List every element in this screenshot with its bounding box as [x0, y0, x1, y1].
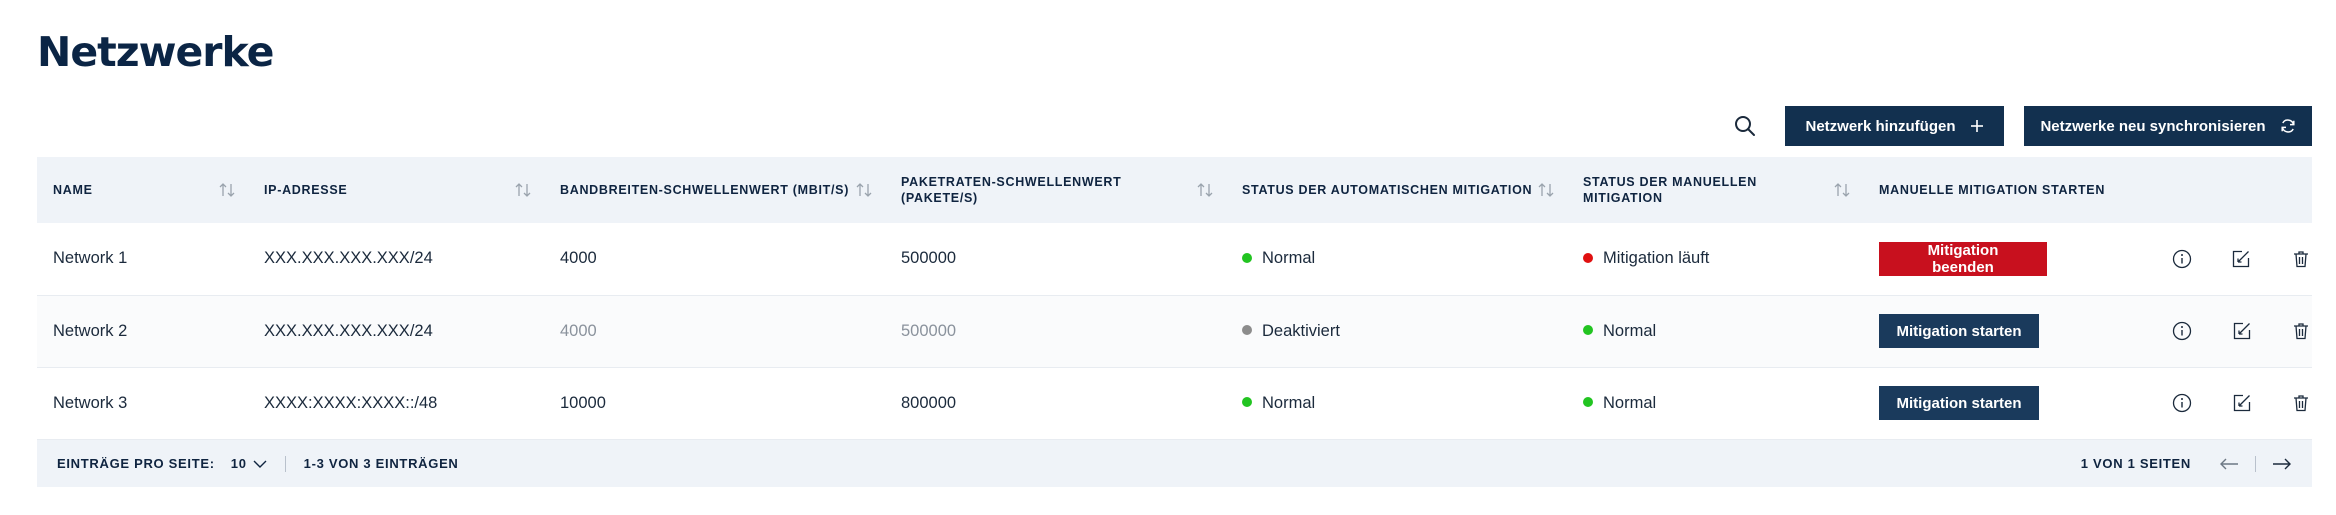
- sort-icon[interactable]: [514, 181, 532, 199]
- edit-icon: [2233, 250, 2250, 267]
- sort-icon[interactable]: [1537, 181, 1555, 199]
- cell-manual-status: Mitigation läuft: [1567, 223, 1863, 295]
- delete-button[interactable]: [2290, 248, 2312, 270]
- status-dot-green: [1242, 397, 1252, 408]
- stop-mitigation-button[interactable]: Mitigation beenden: [1879, 241, 2047, 276]
- divider: [284, 455, 286, 472]
- cell-auto-status: Deaktiviert: [1226, 295, 1567, 367]
- trash-icon: [2294, 395, 2309, 412]
- status-dot-red: [1583, 252, 1593, 263]
- table-row: Network 2 XXX.XXX.XXX.XXX/24 4000 500000…: [37, 295, 2312, 367]
- cell-bandwidth: 4000: [560, 249, 597, 268]
- column-header-packetrate[interactable]: PAKETRATEN-SCHWELLENWERT (PAKETE/S): [885, 157, 1226, 223]
- cell-name: Network 2: [53, 321, 128, 340]
- edit-button[interactable]: [2231, 248, 2253, 270]
- refresh-icon: [2280, 119, 2295, 133]
- prev-page-button[interactable]: [2219, 457, 2239, 471]
- column-header-ip[interactable]: IP-ADRESSE: [248, 157, 544, 223]
- cell-manual-status: Normal: [1567, 295, 1863, 367]
- per-page-select[interactable]: 10: [231, 456, 267, 471]
- add-network-label: Netzwerk hinzufügen: [1805, 117, 1956, 135]
- cell-bandwidth: 10000: [560, 393, 606, 412]
- cell-ip: XXXX:XXXX:XXXX::/48: [264, 393, 438, 412]
- page: Netzwerke Netzwerk hinzufügen Netzwerke …: [0, 0, 2336, 515]
- sort-icon[interactable]: [855, 181, 873, 199]
- cell-ip: XXX.XXX.XXX.XXX/24: [264, 249, 433, 268]
- cell-actions: Mitigation beenden: [1863, 223, 2312, 295]
- info-icon: [2172, 393, 2191, 413]
- trash-icon: [2294, 323, 2309, 340]
- info-button[interactable]: [2171, 392, 2193, 414]
- networks-table: NAME IP-ADRESSE BANDBREITEN-SCHWELLENWER…: [37, 157, 2312, 440]
- info-button[interactable]: [2171, 320, 2193, 342]
- info-icon: [2172, 321, 2191, 341]
- pagination-bar: EINTRÄGE PRO SEITE: 10 1-3 VON 3 EINTRÄG…: [37, 440, 2312, 487]
- column-header-name[interactable]: NAME: [37, 157, 248, 223]
- per-page-label: EINTRÄGE PRO SEITE:: [57, 456, 215, 471]
- table-row: Network 1 XXX.XXX.XXX.XXX/24 4000 500000…: [37, 223, 2312, 295]
- cell-auto-status: Normal: [1226, 223, 1567, 295]
- trash-icon: [2294, 251, 2309, 267]
- cell-name: Network 1: [53, 249, 128, 268]
- table-header-row: NAME IP-ADRESSE BANDBREITEN-SCHWELLENWER…: [37, 157, 2312, 223]
- start-mitigation-button[interactable]: Mitigation starten: [1879, 386, 2040, 420]
- column-header-manual-start: MANUELLE MITIGATION STARTEN: [1879, 183, 2106, 197]
- sort-icon[interactable]: [1833, 181, 1851, 199]
- page-title: Netzwerke: [37, 28, 274, 76]
- table-row: Network 3 XXXX:XXXX:XXXX::/48 10000 8000…: [37, 367, 2312, 439]
- next-page-button[interactable]: [2272, 457, 2292, 471]
- status-dot-grey: [1242, 325, 1252, 336]
- edit-button[interactable]: [2231, 320, 2253, 342]
- column-header-auto-status[interactable]: STATUS DER AUTOMATISCHEN MITIGATION: [1226, 157, 1567, 223]
- divider: [2255, 455, 2256, 472]
- status-dot-green: [1583, 397, 1593, 408]
- page-indicator: 1 VON 1 SEITEN: [2080, 456, 2191, 471]
- sort-icon[interactable]: [1196, 181, 1214, 199]
- cell-packets: 800000: [901, 393, 957, 412]
- cell-actions: Mitigation starten: [1863, 367, 2312, 439]
- column-header-manual-status[interactable]: STATUS DER MANUELLEN MITIGATION: [1567, 157, 1863, 223]
- column-header-bandwidth[interactable]: BANDBREITEN-SCHWELLENWERT (MBIT/S): [544, 157, 885, 223]
- search-button[interactable]: [1725, 106, 1765, 146]
- cell-actions: Mitigation starten: [1863, 295, 2312, 367]
- arrow-left-icon: [2220, 458, 2238, 469]
- delete-button[interactable]: [2290, 392, 2312, 414]
- edit-icon: [2233, 394, 2250, 412]
- cell-packets: 500000: [901, 321, 957, 340]
- sync-networks-label: Netzwerke neu synchronisieren: [2040, 117, 2266, 135]
- edit-icon: [2233, 322, 2250, 340]
- start-mitigation-button[interactable]: Mitigation starten: [1879, 314, 2040, 348]
- delete-button[interactable]: [2290, 320, 2312, 342]
- plus-icon: [1970, 120, 1983, 132]
- cell-packets: 500000: [901, 249, 957, 268]
- info-button[interactable]: [2171, 248, 2193, 270]
- cell-manual-status: Normal: [1567, 367, 1863, 439]
- info-icon: [2172, 249, 2191, 268]
- search-icon: [1735, 116, 1755, 136]
- edit-button[interactable]: [2231, 392, 2253, 414]
- cell-name: Network 3: [53, 393, 128, 412]
- sync-networks-button[interactable]: Netzwerke neu synchronisieren: [2024, 106, 2312, 146]
- cell-bandwidth: 4000: [560, 321, 597, 340]
- status-dot-green: [1242, 252, 1252, 263]
- add-network-button[interactable]: Netzwerk hinzufügen: [1785, 106, 2004, 146]
- cell-auto-status: Normal: [1226, 367, 1567, 439]
- cell-ip: XXX.XXX.XXX.XXX/24: [264, 321, 433, 340]
- range-text: 1-3 VON 3 EINTRÄGEN: [303, 456, 459, 471]
- sort-icon[interactable]: [218, 181, 236, 199]
- arrow-right-icon: [2273, 458, 2291, 469]
- per-page-value: 10: [230, 456, 247, 471]
- status-dot-green: [1583, 325, 1593, 336]
- chevron-down-icon: [253, 460, 267, 468]
- toolbar: Netzwerk hinzufügen Netzwerke neu synchr…: [1725, 106, 2312, 146]
